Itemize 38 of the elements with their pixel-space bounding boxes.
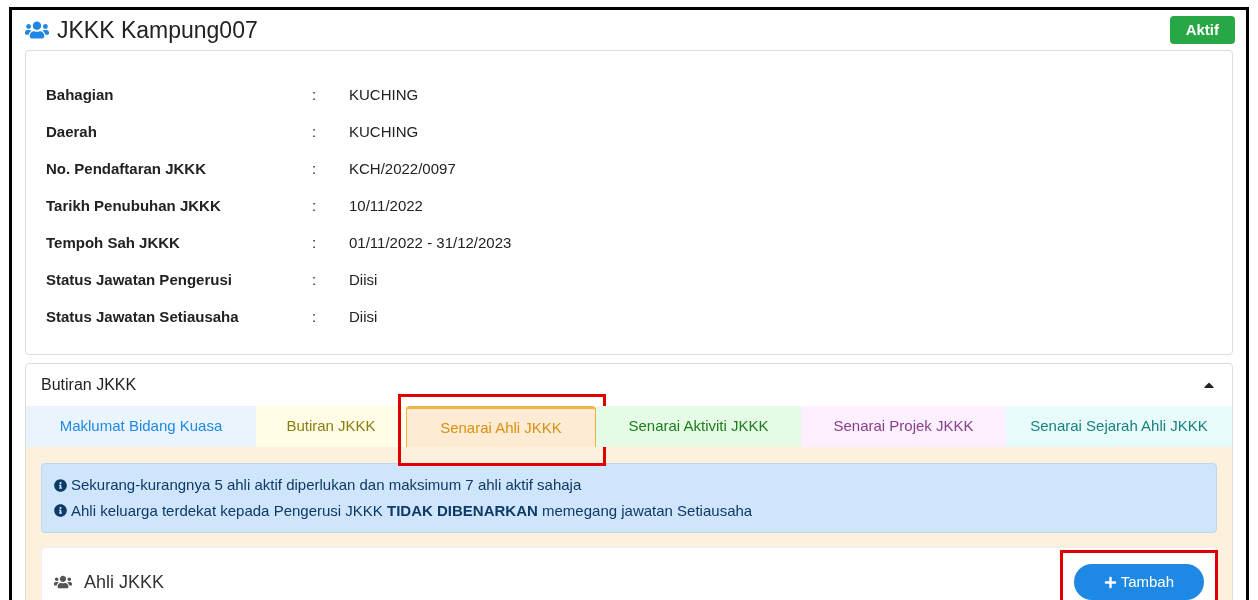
detail-value: KUCHING xyxy=(349,85,419,106)
card-title: Ahli JKKK xyxy=(84,570,165,594)
tab[interactable]: Senarai Sejarah Ahli JKKK xyxy=(1006,406,1232,447)
add-button[interactable]: Tambah xyxy=(1073,564,1204,600)
detail-value: 01/11/2022 - 31/12/2023 xyxy=(349,233,512,254)
detail-colon: : xyxy=(312,196,318,217)
detail-value: Diisi xyxy=(349,307,378,328)
tab[interactable]: Senarai Projek JKKK xyxy=(801,406,1006,447)
detail-colon: : xyxy=(312,307,318,328)
detail-value: Diisi xyxy=(349,270,378,291)
detail-value: KCH/2022/0097 xyxy=(349,159,456,180)
detail-label: Daerah xyxy=(46,122,98,143)
notice-text: Sekurang-kurangnya 5 ahli aktif diperlukan dan maksimum 7 ahli aktif sahaja xyxy=(71,475,582,495)
detail-value: KUCHING xyxy=(349,122,419,143)
section-title: Butiran JKKK xyxy=(41,375,137,395)
detail-colon: : xyxy=(312,233,318,254)
info-icon xyxy=(54,478,67,492)
detail-value: 10/11/2022 xyxy=(349,196,423,217)
detail-colon: : xyxy=(312,85,318,106)
section-header[interactable]: Butiran JKKK xyxy=(26,364,1232,406)
tab[interactable]: Maklumat Bidang Kuasa xyxy=(26,406,256,447)
detail-colon: : xyxy=(312,270,318,291)
detail-label: Status Jawatan Pengerusi xyxy=(46,270,233,291)
detail-colon: : xyxy=(312,159,318,180)
detail-label: Bahagian xyxy=(46,85,115,106)
info-icon xyxy=(54,504,67,518)
detail-label: Tempoh Sah JKKK xyxy=(46,233,181,254)
detail-label: Tarikh Penubuhan JKKK xyxy=(46,196,222,217)
page-title: JKKK Kampung007 xyxy=(57,15,258,45)
status-badge: Aktif xyxy=(1169,15,1235,45)
tab[interactable]: Senarai Aktiviti JKKK xyxy=(596,406,801,447)
notice-text: Ahli keluarga terdekat kepada Pengerusi JKKK TIDAK DIBENARKAN memegang jawatan Setiausaha xyxy=(71,500,753,521)
tab[interactable]: Butiran JKKK xyxy=(256,406,406,447)
users-icon xyxy=(54,573,72,591)
detail-label: No. Pendaftaran JKKK xyxy=(46,159,208,180)
detail-colon: : xyxy=(312,122,318,143)
plus-icon xyxy=(1103,575,1117,589)
detail-label: Status Jawatan Setiausaha xyxy=(46,307,240,328)
